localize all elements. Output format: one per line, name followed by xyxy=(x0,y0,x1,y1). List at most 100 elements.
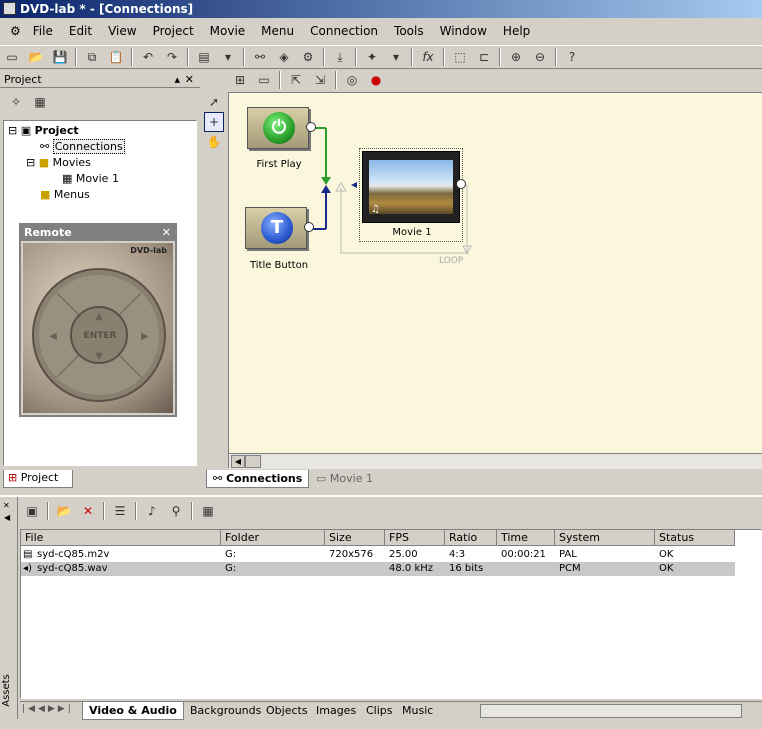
tab-scroll-arrows-icon[interactable]: |◀◀▶▶| xyxy=(22,704,74,714)
new-icon[interactable]: ▭ xyxy=(2,47,22,67)
col-folder[interactable]: Folder xyxy=(221,530,325,546)
tab-objects[interactable]: Objects xyxy=(260,702,314,720)
cell-file: syd-cQ85.wav xyxy=(37,563,108,574)
import-view-icon[interactable]: ▣ xyxy=(22,501,42,521)
add-item-icon[interactable]: ✧ xyxy=(6,92,26,112)
remote-enter-button[interactable]: ENTER xyxy=(83,331,117,341)
tree-item-movies[interactable]: ⊟ ■ Movies xyxy=(26,155,91,171)
tab-movie1-label: Movie 1 xyxy=(329,472,373,485)
connect-icon[interactable]: ⚯ xyxy=(250,47,270,67)
open-folder-icon[interactable]: 📂 xyxy=(54,501,74,521)
assets-toolbar: ▣ 📂 ✕ ☰ ♪ ⚲ ▦ xyxy=(20,499,762,523)
link-icon[interactable]: ⇱ xyxy=(286,70,306,90)
first-play-output-pin[interactable] xyxy=(306,122,316,132)
delete-icon[interactable]: ✕ xyxy=(78,501,98,521)
menu-help[interactable]: Help xyxy=(495,21,538,41)
undo-icon[interactable]: ↶ xyxy=(138,47,158,67)
select-arrow-icon[interactable]: ➚ xyxy=(204,92,224,112)
help-icon[interactable]: ? xyxy=(562,47,582,67)
movie1-output-pin[interactable] xyxy=(456,179,466,189)
pin-icon[interactable]: ◀ xyxy=(4,513,10,522)
tab-images[interactable]: Images xyxy=(310,702,362,720)
menu-doc-icon[interactable]: ⚙ xyxy=(6,21,25,41)
menu-edit[interactable]: Edit xyxy=(61,21,100,41)
col-fps[interactable]: FPS xyxy=(385,530,445,546)
compile-icon[interactable]: ⚙ xyxy=(298,47,318,67)
tab-backgrounds[interactable]: Backgrounds xyxy=(184,702,267,720)
open-icon[interactable]: 📂 xyxy=(26,47,46,67)
col-file[interactable]: File xyxy=(21,530,221,546)
fx-icon[interactable]: fx xyxy=(418,47,438,67)
scroll-left-icon[interactable]: ◀ xyxy=(231,455,245,468)
tab-movie1[interactable]: ▭ Movie 1 xyxy=(310,470,379,488)
tab-clips[interactable]: Clips xyxy=(360,702,399,720)
redo-icon[interactable]: ↷ xyxy=(162,47,182,67)
screen-icon[interactable]: ▭ xyxy=(254,70,274,90)
unlink-icon[interactable]: ⇲ xyxy=(310,70,330,90)
pin-icon[interactable]: ▴ xyxy=(174,72,180,88)
video-file-icon: ▤ xyxy=(23,549,33,560)
wizard-icon[interactable]: ✦ xyxy=(362,47,382,67)
scroll-thumb[interactable] xyxy=(245,455,261,468)
close-icon[interactable]: ✕ xyxy=(185,72,194,88)
menu-window[interactable]: Window xyxy=(432,21,495,41)
col-status[interactable]: Status xyxy=(655,530,735,546)
layout-icon[interactable]: ▤ xyxy=(194,47,214,67)
canvas-scrollbar[interactable]: ◀ xyxy=(229,453,762,469)
cell-folder: G: xyxy=(225,549,237,560)
menu-tools[interactable]: Tools xyxy=(386,21,432,41)
paste-icon[interactable]: 📋 xyxy=(106,47,126,67)
crosshair-icon[interactable]: + xyxy=(204,112,224,132)
loop-label: LOOP xyxy=(439,256,464,266)
properties-icon[interactable]: ▦ xyxy=(30,92,50,112)
menu-connection[interactable]: Connection xyxy=(302,21,386,41)
menu-movie[interactable]: Movie xyxy=(202,21,254,41)
grid-view-icon[interactable]: ▦ xyxy=(198,501,218,521)
menu-view[interactable]: View xyxy=(100,21,144,41)
tab-connections[interactable]: ⚯ Connections xyxy=(206,470,310,488)
col-ratio[interactable]: Ratio xyxy=(445,530,497,546)
menu-menu[interactable]: Menu xyxy=(253,21,302,41)
sort-icon[interactable]: ☰ xyxy=(110,501,130,521)
tree-item-menus[interactable]: ■ Menus xyxy=(40,187,90,203)
title-button-output-pin[interactable] xyxy=(304,222,314,232)
table-row[interactable]: ◂) syd-cQ85.wav G: 48.0 kHz 16 bits PCM … xyxy=(21,562,735,576)
arrange-icon[interactable]: ⊞ xyxy=(230,70,250,90)
burn-icon[interactable]: ⤓ xyxy=(330,47,350,67)
assets-side-bar: ✕ ◀ Assets xyxy=(0,497,18,719)
col-size[interactable]: Size xyxy=(325,530,385,546)
menu-file[interactable]: File xyxy=(25,21,61,41)
zoom-in-icon[interactable]: ⊕ xyxy=(506,47,526,67)
col-time[interactable]: Time xyxy=(497,530,555,546)
remote-close-icon[interactable]: ✕ xyxy=(162,225,171,241)
tree-item-movie1[interactable]: ▦ Movie 1 xyxy=(62,171,119,187)
tab-music[interactable]: Music xyxy=(396,702,439,720)
tree-item-connections[interactable]: ⚯ Connections xyxy=(40,139,125,155)
audio-icon[interactable]: ♪ xyxy=(142,501,162,521)
tab-video-audio[interactable]: Video & Audio xyxy=(82,702,184,720)
link-assets-icon[interactable]: ⚲ xyxy=(166,501,186,521)
save-icon[interactable]: 💾 xyxy=(50,47,70,67)
hand-icon[interactable]: ✋ xyxy=(204,132,224,152)
tree-item-project[interactable]: ⊟ ▣ Project xyxy=(8,123,79,139)
layers-icon[interactable]: ◈ xyxy=(274,47,294,67)
remote-title-bar: Remote ✕ xyxy=(21,225,175,241)
assets-hscrollbar[interactable] xyxy=(480,704,742,718)
connections-canvas[interactable]: ⏻ First Play T Title Button ♫ Movie 1 LO… xyxy=(228,92,762,469)
dropdown-icon[interactable]: ▾ xyxy=(218,47,238,67)
table-row[interactable]: ▤ syd-cQ85.m2v G: 720x576 25.00 4:3 00:0… xyxy=(21,548,735,562)
color-icon[interactable]: ● xyxy=(366,70,386,90)
first-play-node[interactable]: ⏻ xyxy=(247,107,316,149)
wizard-dropdown-icon[interactable]: ▾ xyxy=(386,47,406,67)
preview-icon[interactable]: ◎ xyxy=(342,70,362,90)
copy-icon[interactable]: ⧉ xyxy=(82,47,102,67)
close-icon[interactable]: ✕ xyxy=(3,501,10,510)
tab-project[interactable]: ⊞ Project xyxy=(3,470,73,488)
title-button-node[interactable]: T xyxy=(245,207,314,249)
frame-icon[interactable]: ⬚ xyxy=(450,47,470,67)
movie1-node[interactable]: ♫ Movie 1 xyxy=(359,148,466,242)
align-icon[interactable]: ⊏ xyxy=(474,47,494,67)
zoom-out-icon[interactable]: ⊖ xyxy=(530,47,550,67)
menu-project[interactable]: Project xyxy=(145,21,202,41)
col-system[interactable]: System xyxy=(555,530,655,546)
